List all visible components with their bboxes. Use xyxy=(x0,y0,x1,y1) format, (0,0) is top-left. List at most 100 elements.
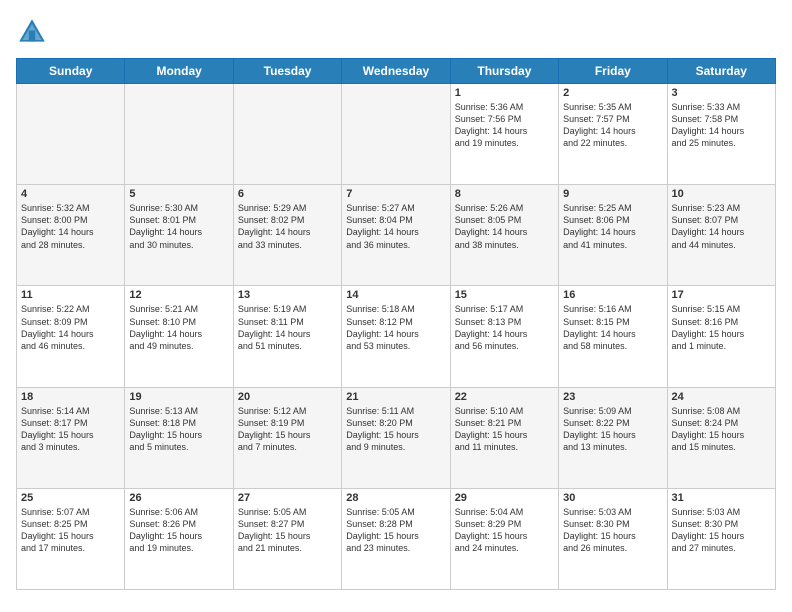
day-info: Sunrise: 5:21 AMSunset: 8:10 PMDaylight:… xyxy=(129,303,228,352)
day-info: Sunrise: 5:08 AMSunset: 8:24 PMDaylight:… xyxy=(672,405,771,454)
calendar-table: SundayMondayTuesdayWednesdayThursdayFrid… xyxy=(16,58,776,590)
calendar-day-cell: 1 Sunrise: 5:36 AMSunset: 7:56 PMDaylight… xyxy=(450,84,558,185)
day-number: 7 xyxy=(346,188,445,200)
calendar-day-cell: 5 Sunrise: 5:30 AMSunset: 8:01 PMDaylight… xyxy=(125,185,233,286)
calendar-day-cell: 10 Sunrise: 5:23 AMSunset: 8:07 PMDayligh… xyxy=(667,185,775,286)
day-number: 14 xyxy=(346,289,445,301)
day-info: Sunrise: 5:03 AMSunset: 8:30 PMDaylight:… xyxy=(672,506,771,555)
day-info: Sunrise: 5:09 AMSunset: 8:22 PMDaylight:… xyxy=(563,405,662,454)
calendar-day-cell: 7 Sunrise: 5:27 AMSunset: 8:04 PMDaylight… xyxy=(342,185,450,286)
day-info: Sunrise: 5:15 AMSunset: 8:16 PMDaylight:… xyxy=(672,303,771,352)
calendar-day-cell xyxy=(233,84,341,185)
day-info: Sunrise: 5:33 AMSunset: 7:58 PMDaylight:… xyxy=(672,101,771,150)
calendar-day-cell: 15Sunrise: 5:17 AMSunset: 8:13 PMDayligh… xyxy=(450,286,558,387)
day-number: 19 xyxy=(129,391,228,403)
day-info: Sunrise: 5:06 AMSunset: 8:26 PMDaylight:… xyxy=(129,506,228,555)
calendar-week-row: 18 Sunrise: 5:14 AMSunset: 8:17 PMDayligh… xyxy=(17,387,776,488)
calendar-day-header: Tuesday xyxy=(233,59,341,84)
day-info: Sunrise: 5:18 AMSunset: 8:12 PMDaylight:… xyxy=(346,303,445,352)
day-number: 17 xyxy=(672,289,771,301)
day-number: 8 xyxy=(455,188,554,200)
calendar-day-cell: 20Sunrise: 5:12 AMSunset: 8:19 PMDayligh… xyxy=(233,387,341,488)
day-number: 11 xyxy=(21,289,120,301)
day-number: 22 xyxy=(455,391,554,403)
calendar-week-row: 11Sunrise: 5:22 AMSunset: 8:09 PMDayligh… xyxy=(17,286,776,387)
day-number: 24 xyxy=(672,391,771,403)
day-number: 6 xyxy=(238,188,337,200)
day-info: Sunrise: 5:30 AMSunset: 8:01 PMDaylight:… xyxy=(129,202,228,251)
calendar-day-cell: 2 Sunrise: 5:35 AMSunset: 7:57 PMDaylight… xyxy=(559,84,667,185)
day-number: 16 xyxy=(563,289,662,301)
calendar-day-header: Sunday xyxy=(17,59,125,84)
day-info: Sunrise: 5:27 AMSunset: 8:04 PMDaylight:… xyxy=(346,202,445,251)
day-number: 25 xyxy=(21,492,120,504)
day-info: Sunrise: 5:05 AMSunset: 8:27 PMDaylight:… xyxy=(238,506,337,555)
day-info: Sunrise: 5:23 AMSunset: 8:07 PMDaylight:… xyxy=(672,202,771,251)
calendar-day-header: Thursday xyxy=(450,59,558,84)
day-info: Sunrise: 5:07 AMSunset: 8:25 PMDaylight:… xyxy=(21,506,120,555)
calendar-day-cell: 16Sunrise: 5:16 AMSunset: 8:15 PMDayligh… xyxy=(559,286,667,387)
calendar-day-header: Wednesday xyxy=(342,59,450,84)
calendar-day-cell xyxy=(17,84,125,185)
day-number: 30 xyxy=(563,492,662,504)
header xyxy=(16,16,776,48)
calendar-day-cell: 17 Sunrise: 5:15 AMSunset: 8:16 PMDayligh… xyxy=(667,286,775,387)
day-number: 21 xyxy=(346,391,445,403)
calendar-day-cell: 9 Sunrise: 5:25 AMSunset: 8:06 PMDaylight… xyxy=(559,185,667,286)
day-info: Sunrise: 5:25 AMSunset: 8:06 PMDaylight:… xyxy=(563,202,662,251)
calendar-day-cell: 11Sunrise: 5:22 AMSunset: 8:09 PMDayligh… xyxy=(17,286,125,387)
calendar-header-row: SundayMondayTuesdayWednesdayThursdayFrid… xyxy=(17,59,776,84)
calendar-day-cell: 12 Sunrise: 5:21 AMSunset: 8:10 PMDayligh… xyxy=(125,286,233,387)
calendar-day-cell: 26 Sunrise: 5:06 AMSunset: 8:26 PMDayligh… xyxy=(125,488,233,589)
day-number: 29 xyxy=(455,492,554,504)
day-number: 5 xyxy=(129,188,228,200)
day-info: Sunrise: 5:26 AMSunset: 8:05 PMDaylight:… xyxy=(455,202,554,251)
day-info: Sunrise: 5:32 AMSunset: 8:00 PMDaylight:… xyxy=(21,202,120,251)
calendar-day-cell: 28 Sunrise: 5:05 AMSunset: 8:28 PMDayligh… xyxy=(342,488,450,589)
day-info: Sunrise: 5:10 AMSunset: 8:21 PMDaylight:… xyxy=(455,405,554,454)
calendar-day-cell: 24 Sunrise: 5:08 AMSunset: 8:24 PMDayligh… xyxy=(667,387,775,488)
day-number: 31 xyxy=(672,492,771,504)
day-info: Sunrise: 5:11 AMSunset: 8:20 PMDaylight:… xyxy=(346,405,445,454)
day-number: 18 xyxy=(21,391,120,403)
calendar-day-cell: 31 Sunrise: 5:03 AMSunset: 8:30 PMDayligh… xyxy=(667,488,775,589)
day-info: Sunrise: 5:03 AMSunset: 8:30 PMDaylight:… xyxy=(563,506,662,555)
calendar-day-cell: 18 Sunrise: 5:14 AMSunset: 8:17 PMDayligh… xyxy=(17,387,125,488)
calendar-day-cell: 19Sunrise: 5:13 AMSunset: 8:18 PMDayligh… xyxy=(125,387,233,488)
calendar-day-cell: 6Sunrise: 5:29 AMSunset: 8:02 PMDaylight… xyxy=(233,185,341,286)
day-info: Sunrise: 5:19 AMSunset: 8:11 PMDaylight:… xyxy=(238,303,337,352)
day-info: Sunrise: 5:35 AMSunset: 7:57 PMDaylight:… xyxy=(563,101,662,150)
day-number: 23 xyxy=(563,391,662,403)
calendar-day-header: Saturday xyxy=(667,59,775,84)
page: SundayMondayTuesdayWednesdayThursdayFrid… xyxy=(0,0,792,612)
day-number: 15 xyxy=(455,289,554,301)
day-number: 2 xyxy=(563,87,662,99)
day-number: 1 xyxy=(455,87,554,99)
day-info: Sunrise: 5:04 AMSunset: 8:29 PMDaylight:… xyxy=(455,506,554,555)
day-number: 3 xyxy=(672,87,771,99)
calendar-day-cell: 25 Sunrise: 5:07 AMSunset: 8:25 PMDayligh… xyxy=(17,488,125,589)
calendar-day-cell: 23 Sunrise: 5:09 AMSunset: 8:22 PMDayligh… xyxy=(559,387,667,488)
day-number: 13 xyxy=(238,289,337,301)
calendar-week-row: 1 Sunrise: 5:36 AMSunset: 7:56 PMDaylight… xyxy=(17,84,776,185)
calendar-day-cell: 30 Sunrise: 5:03 AMSunset: 8:30 PMDayligh… xyxy=(559,488,667,589)
day-number: 12 xyxy=(129,289,228,301)
day-number: 10 xyxy=(672,188,771,200)
day-info: Sunrise: 5:14 AMSunset: 8:17 PMDaylight:… xyxy=(21,405,120,454)
calendar-day-cell: 14 Sunrise: 5:18 AMSunset: 8:12 PMDayligh… xyxy=(342,286,450,387)
calendar-day-cell: 29 Sunrise: 5:04 AMSunset: 8:29 PMDayligh… xyxy=(450,488,558,589)
calendar-day-cell: 13 Sunrise: 5:19 AMSunset: 8:11 PMDayligh… xyxy=(233,286,341,387)
day-number: 9 xyxy=(563,188,662,200)
calendar-day-cell: 3 Sunrise: 5:33 AMSunset: 7:58 PMDaylight… xyxy=(667,84,775,185)
day-info: Sunrise: 5:05 AMSunset: 8:28 PMDaylight:… xyxy=(346,506,445,555)
day-number: 28 xyxy=(346,492,445,504)
day-number: 4 xyxy=(21,188,120,200)
logo xyxy=(16,16,52,48)
calendar-week-row: 4 Sunrise: 5:32 AMSunset: 8:00 PMDaylight… xyxy=(17,185,776,286)
day-number: 26 xyxy=(129,492,228,504)
calendar-day-header: Friday xyxy=(559,59,667,84)
calendar-day-cell: 8 Sunrise: 5:26 AMSunset: 8:05 PMDaylight… xyxy=(450,185,558,286)
day-number: 20 xyxy=(238,391,337,403)
day-info: Sunrise: 5:36 AMSunset: 7:56 PMDaylight:… xyxy=(455,101,554,150)
calendar-week-row: 25 Sunrise: 5:07 AMSunset: 8:25 PMDayligh… xyxy=(17,488,776,589)
